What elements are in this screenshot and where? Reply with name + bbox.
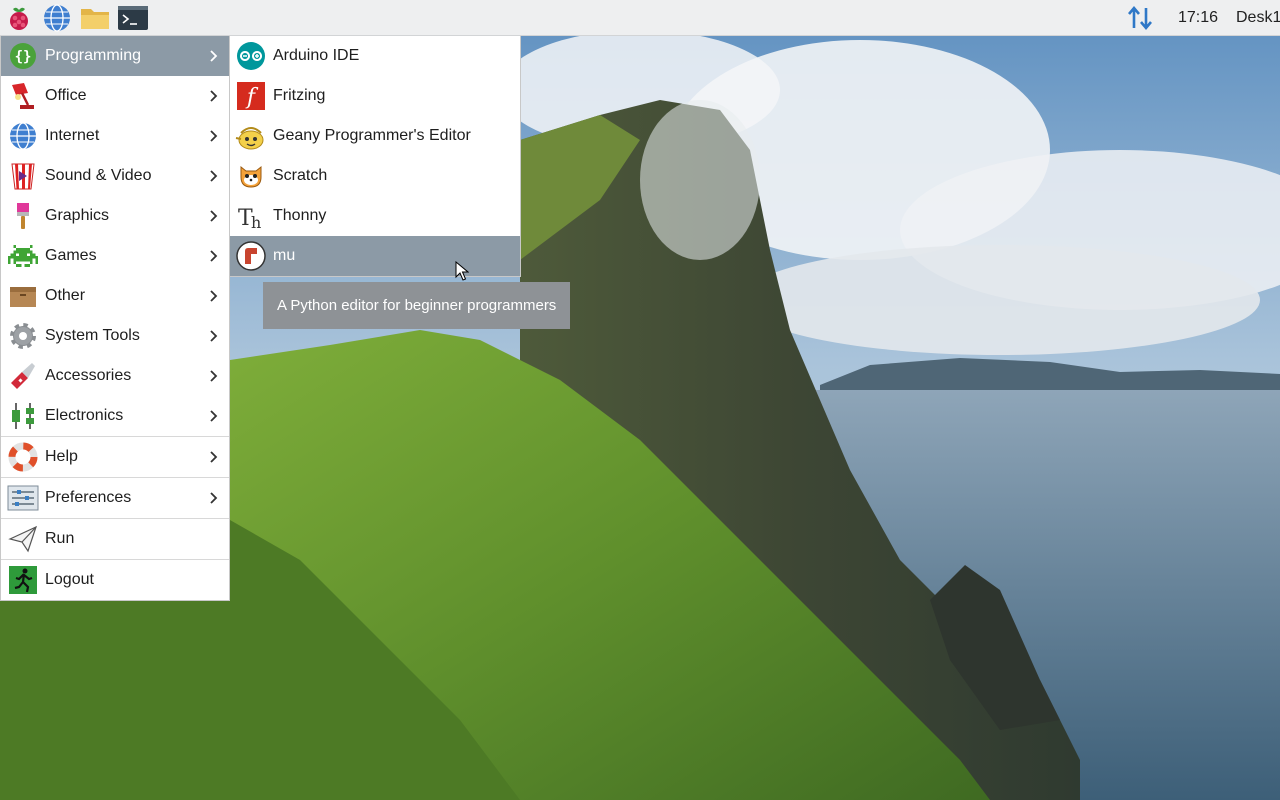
lifebuoy-icon [7, 441, 39, 473]
web-browser-launcher[interactable] [38, 0, 76, 36]
menu-item-label: Preferences [45, 489, 132, 506]
taskbar: 17:16 Desk1 [0, 0, 1280, 36]
desktop-switcher[interactable]: Desk1 [1236, 9, 1280, 27]
menu-item-logout[interactable]: Logout [1, 560, 229, 600]
terminal-icon [118, 5, 148, 30]
mouse-cursor-icon [455, 261, 469, 281]
programming-submenu: Arduino IDE f Fritzing Geany Programmer'… [229, 36, 521, 277]
submenu-item-label: Arduino IDE [273, 47, 360, 64]
submenu-item-label: Thonny [273, 207, 327, 224]
chevron-right-icon [207, 451, 221, 463]
menu-item-electronics[interactable]: Electronics [1, 396, 229, 436]
fritzing-icon: f [235, 80, 267, 112]
components-icon [7, 400, 39, 432]
chevron-right-icon [207, 370, 221, 382]
menu-item-help[interactable]: Help [1, 437, 229, 477]
file-manager-launcher[interactable] [76, 0, 114, 36]
globe-icon [7, 120, 39, 152]
menu-item-graphics[interactable]: Graphics [1, 196, 229, 236]
clock[interactable]: 17:16 [1178, 9, 1218, 27]
tooltip: A Python editor for beginner programmers [263, 282, 571, 329]
thonny-icon: Th [235, 200, 267, 232]
chevron-right-icon [207, 50, 221, 62]
menu-item-label: Internet [45, 127, 100, 144]
network-status[interactable] [1122, 0, 1158, 36]
chevron-right-icon [207, 130, 221, 142]
menu-item-preferences[interactable]: Preferences [1, 478, 229, 518]
chevron-right-icon [207, 90, 221, 102]
chevron-right-icon [207, 410, 221, 422]
menu-item-label: Games [45, 247, 97, 264]
menu-item-other[interactable]: Other [1, 276, 229, 316]
geany-icon [235, 120, 267, 152]
submenu-item-scratch[interactable]: Scratch [230, 156, 520, 196]
raspberry-icon [10, 7, 28, 30]
paintbrush-icon [7, 200, 39, 232]
chevron-right-icon [207, 330, 221, 342]
submenu-item-label: Geany Programmer's Editor [273, 127, 471, 144]
menu-item-label: Help [45, 448, 78, 465]
paper-plane-icon [7, 523, 39, 555]
menu-item-sound-video[interactable]: Sound & Video [1, 156, 229, 196]
space-invader-icon [7, 240, 39, 272]
chevron-right-icon [207, 290, 221, 302]
menu-item-label: Sound & Video [45, 167, 152, 184]
box-icon [7, 280, 39, 312]
updown-arrows-icon [1127, 5, 1152, 31]
scratch-cat-icon [235, 160, 267, 192]
submenu-item-geany[interactable]: Geany Programmer's Editor [230, 116, 520, 156]
chevron-right-icon [207, 250, 221, 262]
menu-item-label: Programming [45, 47, 142, 64]
menu-item-office[interactable]: Office [1, 76, 229, 116]
folder-icon [81, 8, 109, 29]
submenu-item-label: Fritzing [273, 87, 326, 104]
globe-icon [44, 3, 70, 32]
sliders-icon [7, 482, 39, 514]
submenu-item-label: Scratch [273, 167, 328, 184]
popcorn-icon [7, 160, 39, 192]
menu-item-system-tools[interactable]: System Tools [1, 316, 229, 356]
menu-item-label: Accessories [45, 367, 132, 384]
submenu-item-arduino-ide[interactable]: Arduino IDE [230, 36, 520, 76]
submenu-item-label: mu [273, 247, 296, 264]
menu-item-label: Electronics [45, 407, 124, 424]
chevron-right-icon [207, 170, 221, 182]
mu-icon [235, 240, 267, 272]
menu-item-programming[interactable]: {} Programming [1, 36, 229, 76]
terminal-launcher[interactable] [114, 0, 152, 36]
chevron-right-icon [207, 210, 221, 222]
menu-item-label: System Tools [45, 327, 140, 344]
braces-icon: {} [7, 40, 39, 72]
submenu-item-thonny[interactable]: Th Thonny [230, 196, 520, 236]
menu-item-internet[interactable]: Internet [1, 116, 229, 156]
menu-item-label: Logout [45, 571, 94, 588]
submenu-item-mu[interactable]: mu [230, 236, 520, 276]
svg-text:{}: {} [15, 49, 32, 65]
menu-item-games[interactable]: Games [1, 236, 229, 276]
exit-icon [7, 564, 39, 596]
menu-item-run[interactable]: Run [1, 519, 229, 559]
svg-text:h: h [251, 213, 261, 231]
menu-item-label: Graphics [45, 207, 110, 224]
desk-lamp-icon [7, 80, 39, 112]
menu-item-label: Office [45, 87, 87, 104]
arduino-icon [235, 40, 267, 72]
main-menu-button[interactable] [0, 0, 38, 36]
gear-icon [7, 320, 39, 352]
submenu-item-fritzing[interactable]: f Fritzing [230, 76, 520, 116]
menu-item-label: Run [45, 530, 75, 547]
pocket-knife-icon [7, 360, 39, 392]
menu-item-label: Other [45, 287, 86, 304]
application-menu: {} Programming Office Internet Sound & V… [0, 36, 230, 601]
menu-item-accessories[interactable]: Accessories [1, 356, 229, 396]
chevron-right-icon [207, 492, 221, 504]
